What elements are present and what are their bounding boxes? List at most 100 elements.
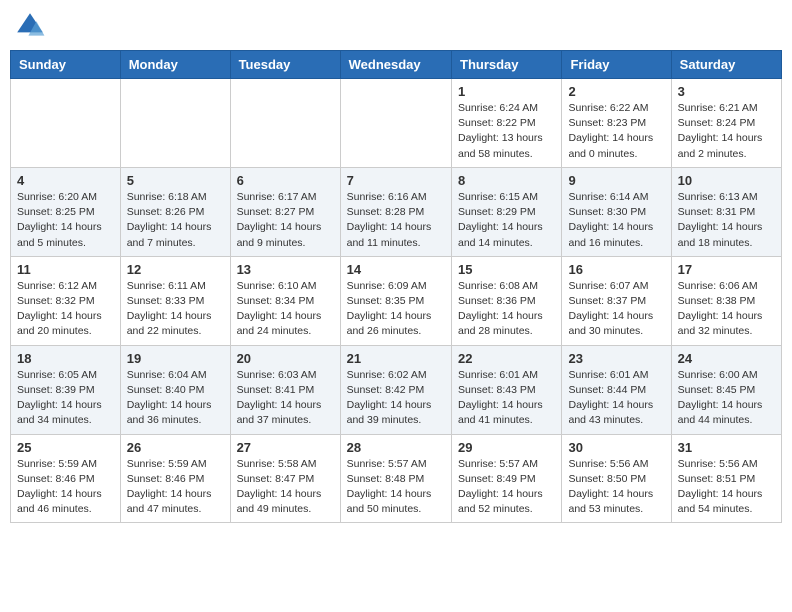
day-number: 22 bbox=[458, 351, 555, 366]
day-number: 29 bbox=[458, 440, 555, 455]
day-number: 19 bbox=[127, 351, 224, 366]
day-info: Sunrise: 6:04 AM Sunset: 8:40 PM Dayligh… bbox=[127, 368, 224, 429]
day-cell: 28 Sunrise: 5:57 AM Sunset: 8:48 PM Dayli… bbox=[340, 434, 451, 523]
day-cell: 23 Sunrise: 6:01 AM Sunset: 8:44 PM Dayli… bbox=[562, 345, 671, 434]
day-cell: 18 Sunrise: 6:05 AM Sunset: 8:39 PM Dayli… bbox=[11, 345, 121, 434]
day-info: Sunrise: 5:56 AM Sunset: 8:50 PM Dayligh… bbox=[568, 457, 664, 518]
day-info: Sunrise: 5:58 AM Sunset: 8:47 PM Dayligh… bbox=[237, 457, 334, 518]
header-day-wednesday: Wednesday bbox=[340, 51, 451, 79]
day-info: Sunrise: 6:12 AM Sunset: 8:32 PM Dayligh… bbox=[17, 279, 114, 340]
day-number: 2 bbox=[568, 84, 664, 99]
day-cell: 20Sunrise: 6:03 AM Sunset: 8:41 PM Dayli… bbox=[230, 345, 340, 434]
day-info: Sunrise: 6:03 AM Sunset: 8:41 PM Dayligh… bbox=[237, 368, 334, 429]
day-info: Sunrise: 6:07 AM Sunset: 8:37 PM Dayligh… bbox=[568, 279, 664, 340]
day-cell: 13 Sunrise: 6:10 AM Sunset: 8:34 PM Dayli… bbox=[230, 256, 340, 345]
day-info: Sunrise: 5:57 AM Sunset: 8:48 PM Dayligh… bbox=[347, 457, 445, 518]
day-info: Sunrise: 6:01 AM Sunset: 8:43 PM Dayligh… bbox=[458, 368, 555, 429]
day-number: 1 bbox=[458, 84, 555, 99]
day-number: 3 bbox=[678, 84, 775, 99]
day-cell: 16 Sunrise: 6:07 AM Sunset: 8:37 PM Dayli… bbox=[562, 256, 671, 345]
day-number: 10 bbox=[678, 173, 775, 188]
day-cell: 14 Sunrise: 6:09 AM Sunset: 8:35 PM Dayli… bbox=[340, 256, 451, 345]
day-number: 5 bbox=[127, 173, 224, 188]
day-cell bbox=[230, 79, 340, 168]
day-info: Sunrise: 6:01 AM Sunset: 8:44 PM Dayligh… bbox=[568, 368, 664, 429]
day-number: 12 bbox=[127, 262, 224, 277]
day-info: Sunrise: 6:22 AM Sunset: 8:23 PM Dayligh… bbox=[568, 101, 664, 162]
day-info: Sunrise: 5:57 AM Sunset: 8:49 PM Dayligh… bbox=[458, 457, 555, 518]
day-info: Sunrise: 6:11 AM Sunset: 8:33 PM Dayligh… bbox=[127, 279, 224, 340]
day-number: 15 bbox=[458, 262, 555, 277]
day-info: Sunrise: 6:17 AM Sunset: 8:27 PM Dayligh… bbox=[237, 190, 334, 251]
day-info: Sunrise: 6:20 AM Sunset: 8:25 PM Dayligh… bbox=[17, 190, 114, 251]
day-cell: 4 Sunrise: 6:20 AM Sunset: 8:25 PM Daylig… bbox=[11, 167, 121, 256]
day-info: Sunrise: 6:24 AM Sunset: 8:22 PM Dayligh… bbox=[458, 101, 555, 162]
day-cell bbox=[120, 79, 230, 168]
day-number: 13 bbox=[237, 262, 334, 277]
day-number: 17 bbox=[678, 262, 775, 277]
day-number: 23 bbox=[568, 351, 664, 366]
day-info: Sunrise: 6:10 AM Sunset: 8:34 PM Dayligh… bbox=[237, 279, 334, 340]
day-info: Sunrise: 6:14 AM Sunset: 8:30 PM Dayligh… bbox=[568, 190, 664, 251]
day-number: 27 bbox=[237, 440, 334, 455]
header-day-friday: Friday bbox=[562, 51, 671, 79]
day-info: Sunrise: 5:59 AM Sunset: 8:46 PM Dayligh… bbox=[17, 457, 114, 518]
day-number: 31 bbox=[678, 440, 775, 455]
day-cell: 31 Sunrise: 5:56 AM Sunset: 8:51 PM Dayli… bbox=[671, 434, 781, 523]
calendar-table: SundayMondayTuesdayWednesdayThursdayFrid… bbox=[10, 50, 782, 523]
day-cell: 22 Sunrise: 6:01 AM Sunset: 8:43 PM Dayli… bbox=[452, 345, 562, 434]
header-day-thursday: Thursday bbox=[452, 51, 562, 79]
day-cell: 19 Sunrise: 6:04 AM Sunset: 8:40 PM Dayli… bbox=[120, 345, 230, 434]
day-cell: 27 Sunrise: 5:58 AM Sunset: 8:47 PM Dayli… bbox=[230, 434, 340, 523]
day-number: 11 bbox=[17, 262, 114, 277]
day-cell: 8 Sunrise: 6:15 AM Sunset: 8:29 PM Daylig… bbox=[452, 167, 562, 256]
day-cell: 29 Sunrise: 5:57 AM Sunset: 8:49 PM Dayli… bbox=[452, 434, 562, 523]
logo bbox=[14, 10, 50, 42]
day-number: 16 bbox=[568, 262, 664, 277]
day-info: Sunrise: 6:05 AM Sunset: 8:39 PM Dayligh… bbox=[17, 368, 114, 429]
header-day-tuesday: Tuesday bbox=[230, 51, 340, 79]
day-number: 28 bbox=[347, 440, 445, 455]
day-cell: 5 Sunrise: 6:18 AM Sunset: 8:26 PM Daylig… bbox=[120, 167, 230, 256]
header-day-monday: Monday bbox=[120, 51, 230, 79]
day-number: 7 bbox=[347, 173, 445, 188]
day-number: 4 bbox=[17, 173, 114, 188]
page-header bbox=[10, 10, 782, 42]
day-cell: 30Sunrise: 5:56 AM Sunset: 8:50 PM Dayli… bbox=[562, 434, 671, 523]
week-row-1: 1 Sunrise: 6:24 AM Sunset: 8:22 PM Daylig… bbox=[11, 79, 782, 168]
day-number: 25 bbox=[17, 440, 114, 455]
day-info: Sunrise: 5:59 AM Sunset: 8:46 PM Dayligh… bbox=[127, 457, 224, 518]
day-info: Sunrise: 6:13 AM Sunset: 8:31 PM Dayligh… bbox=[678, 190, 775, 251]
day-cell: 2 Sunrise: 6:22 AM Sunset: 8:23 PM Daylig… bbox=[562, 79, 671, 168]
day-cell: 26 Sunrise: 5:59 AM Sunset: 8:46 PM Dayli… bbox=[120, 434, 230, 523]
day-cell: 9Sunrise: 6:14 AM Sunset: 8:30 PM Daylig… bbox=[562, 167, 671, 256]
day-info: Sunrise: 6:09 AM Sunset: 8:35 PM Dayligh… bbox=[347, 279, 445, 340]
day-cell: 7 Sunrise: 6:16 AM Sunset: 8:28 PM Daylig… bbox=[340, 167, 451, 256]
calendar-body: 1 Sunrise: 6:24 AM Sunset: 8:22 PM Daylig… bbox=[11, 79, 782, 523]
day-number: 21 bbox=[347, 351, 445, 366]
day-number: 8 bbox=[458, 173, 555, 188]
day-number: 26 bbox=[127, 440, 224, 455]
day-info: Sunrise: 6:18 AM Sunset: 8:26 PM Dayligh… bbox=[127, 190, 224, 251]
calendar-header: SundayMondayTuesdayWednesdayThursdayFrid… bbox=[11, 51, 782, 79]
day-number: 18 bbox=[17, 351, 114, 366]
day-cell bbox=[11, 79, 121, 168]
day-info: Sunrise: 5:56 AM Sunset: 8:51 PM Dayligh… bbox=[678, 457, 775, 518]
day-cell: 3Sunrise: 6:21 AM Sunset: 8:24 PM Daylig… bbox=[671, 79, 781, 168]
day-cell: 11 Sunrise: 6:12 AM Sunset: 8:32 PM Dayli… bbox=[11, 256, 121, 345]
day-cell: 1 Sunrise: 6:24 AM Sunset: 8:22 PM Daylig… bbox=[452, 79, 562, 168]
day-cell: 12 Sunrise: 6:11 AM Sunset: 8:33 PM Dayli… bbox=[120, 256, 230, 345]
header-day-sunday: Sunday bbox=[11, 51, 121, 79]
header-row: SundayMondayTuesdayWednesdayThursdayFrid… bbox=[11, 51, 782, 79]
day-number: 24 bbox=[678, 351, 775, 366]
day-info: Sunrise: 6:00 AM Sunset: 8:45 PM Dayligh… bbox=[678, 368, 775, 429]
day-info: Sunrise: 6:08 AM Sunset: 8:36 PM Dayligh… bbox=[458, 279, 555, 340]
week-row-4: 18 Sunrise: 6:05 AM Sunset: 8:39 PM Dayli… bbox=[11, 345, 782, 434]
day-cell: 25 Sunrise: 5:59 AM Sunset: 8:46 PM Dayli… bbox=[11, 434, 121, 523]
day-number: 14 bbox=[347, 262, 445, 277]
week-row-5: 25 Sunrise: 5:59 AM Sunset: 8:46 PM Dayli… bbox=[11, 434, 782, 523]
day-info: Sunrise: 6:16 AM Sunset: 8:28 PM Dayligh… bbox=[347, 190, 445, 251]
day-cell: 21Sunrise: 6:02 AM Sunset: 8:42 PM Dayli… bbox=[340, 345, 451, 434]
day-cell: 10 Sunrise: 6:13 AM Sunset: 8:31 PM Dayli… bbox=[671, 167, 781, 256]
day-info: Sunrise: 6:15 AM Sunset: 8:29 PM Dayligh… bbox=[458, 190, 555, 251]
